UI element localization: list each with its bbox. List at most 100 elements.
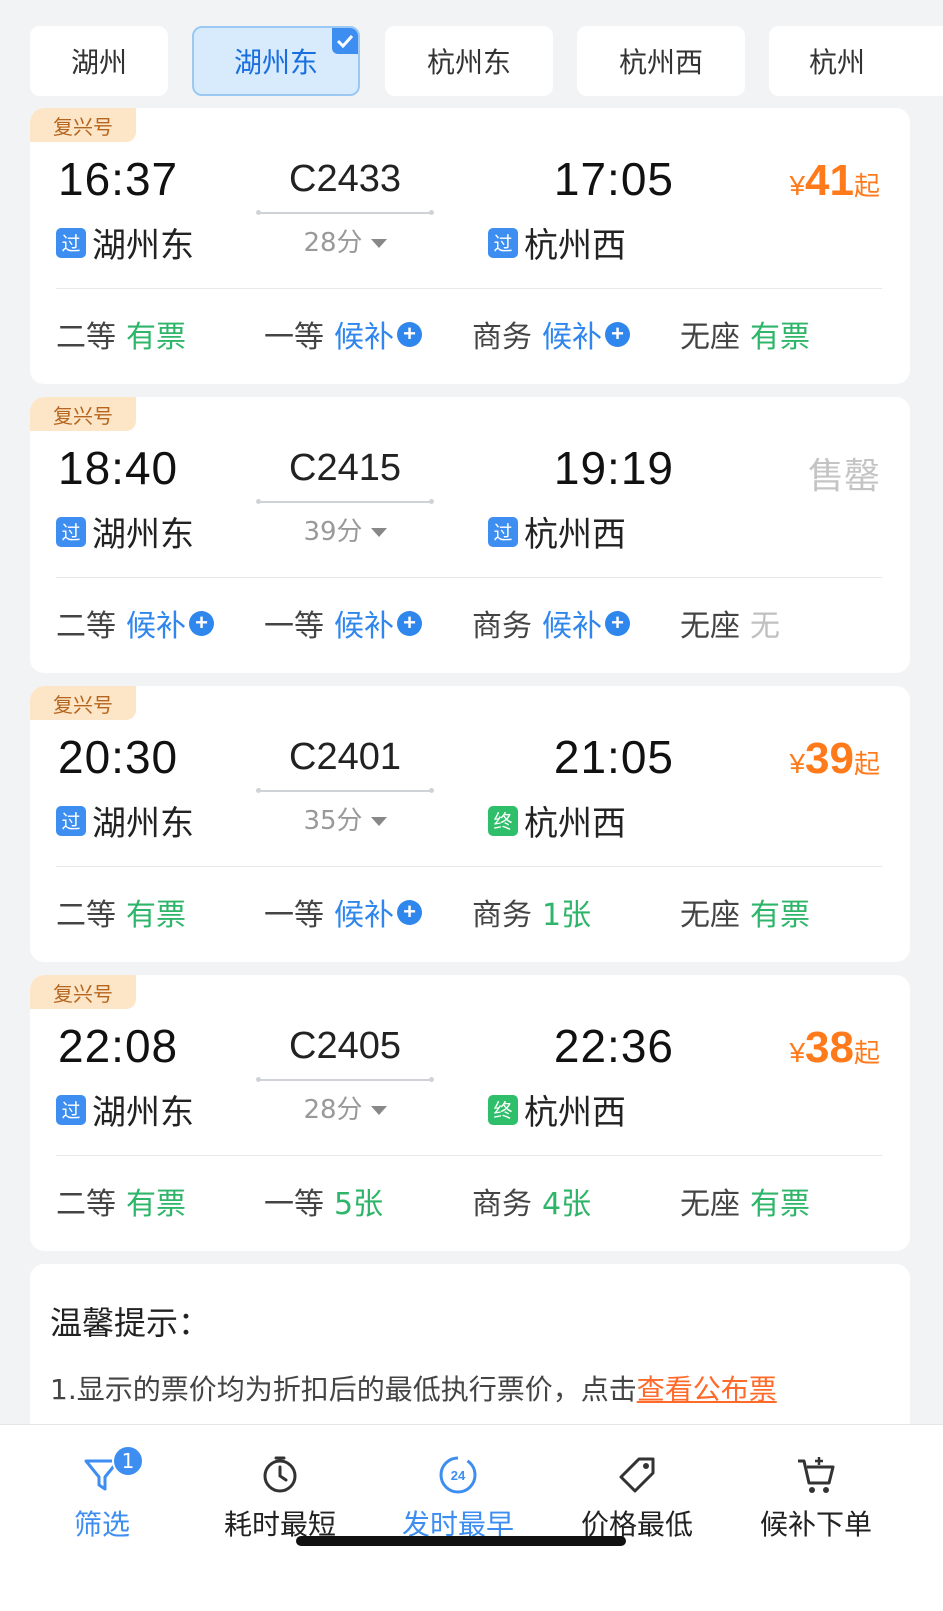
tab-label: 筛选 xyxy=(73,1508,130,1541)
price-tag-icon xyxy=(619,1457,655,1493)
currency-symbol: ¥ xyxy=(789,1037,806,1068)
train-number: C2433 xyxy=(289,158,401,200)
caret-down-icon xyxy=(370,239,387,248)
seat-status: 候补 xyxy=(334,898,394,933)
tab-filter[interactable]: 筛选 1 xyxy=(22,1443,182,1553)
seat-standing: 无座 有票 xyxy=(680,890,810,934)
seat-first-class[interactable]: 一等 候补 + xyxy=(264,601,422,645)
seat-status: 候补 xyxy=(542,609,602,644)
seat-name: 商务 xyxy=(472,1187,532,1222)
brand-badge: 复兴号 xyxy=(30,975,136,1009)
duration-toggle[interactable]: 28分 xyxy=(258,1089,432,1126)
duration: 35分 xyxy=(303,806,363,836)
sold-out-label: 售罄 xyxy=(807,456,880,497)
departure-time: 18:40 xyxy=(58,442,179,494)
seat-availability: 二等 有票 一等 候补 + 商务 候补 + 无座 有票 xyxy=(56,312,886,356)
seat-name: 二等 xyxy=(56,1187,116,1222)
published-fare-link[interactable]: 查看公布票 xyxy=(637,1373,777,1406)
seat-standing: 无座 有票 xyxy=(680,1179,810,1223)
seat-business[interactable]: 商务 候补 + xyxy=(472,312,630,356)
arrival-time: 21:05 xyxy=(553,731,674,783)
seat-status: 无 xyxy=(750,609,780,644)
waitlist-add-icon[interactable]: + xyxy=(189,610,214,636)
seat-standing: 无座 有票 xyxy=(680,312,810,356)
price-value: 38 xyxy=(805,1023,854,1072)
station-name: 杭州西 xyxy=(524,515,626,555)
tab-label: 候补下单 xyxy=(759,1508,872,1541)
duration-toggle[interactable]: 28分 xyxy=(258,222,432,259)
arrival-time: 22:36 xyxy=(553,1020,674,1072)
seat-business: 商务 4张 xyxy=(472,1179,591,1223)
price: ¥39起 xyxy=(789,734,880,784)
seat-availability: 二等 有票 一等 候补 + 商务 1张 无座 有票 xyxy=(56,890,886,934)
seat-name: 二等 xyxy=(56,609,116,644)
price-suffix: 起 xyxy=(853,1039,880,1069)
station-chip-hangzhou-east[interactable]: 杭州东 xyxy=(385,26,553,96)
seat-name: 二等 xyxy=(56,898,116,933)
train-card[interactable]: 复兴号 20:30 C2401 35分 21:05 过 湖州东 终 杭州西 ¥3… xyxy=(30,686,910,962)
station-chip-hangzhou[interactable]: 杭州 xyxy=(769,26,943,96)
seat-name: 无座 xyxy=(680,1187,740,1222)
seat-name: 一等 xyxy=(264,898,324,933)
waitlist-add-icon[interactable]: + xyxy=(605,610,630,636)
arrival-station: 终 杭州西 xyxy=(488,796,626,845)
departure-station: 过 湖州东 xyxy=(56,507,194,556)
train-number: C2405 xyxy=(289,1025,401,1067)
waitlist-add-icon[interactable]: + xyxy=(397,321,422,347)
seat-name: 一等 xyxy=(264,320,324,355)
seat-business[interactable]: 商务 候补 + xyxy=(472,601,630,645)
cart-plus-icon xyxy=(798,1457,835,1493)
divider xyxy=(56,866,882,867)
24h-icon: 24 xyxy=(439,1456,477,1494)
seat-first-class[interactable]: 一等 候补 + xyxy=(264,890,422,934)
arrival-station: 过 杭州西 xyxy=(488,507,626,556)
train-card[interactable]: 复兴号 18:40 C2415 39分 19:19 过 湖州东 过 杭州西 售罄… xyxy=(30,397,910,673)
pass-through-tag: 过 xyxy=(56,805,86,836)
station-chip-label: 杭州东 xyxy=(426,46,511,79)
station-name: 杭州西 xyxy=(524,1093,626,1133)
seat-name: 商务 xyxy=(472,320,532,355)
waitlist-add-icon[interactable]: + xyxy=(397,610,422,636)
duration-toggle[interactable]: 39分 xyxy=(258,511,432,548)
station-chip-huzhou[interactable]: 湖州 xyxy=(30,26,168,96)
seat-first-class[interactable]: 一等 候补 + xyxy=(264,312,422,356)
seat-status: 有票 xyxy=(126,1187,186,1222)
pass-through-tag: 过 xyxy=(56,516,86,547)
seat-name: 一等 xyxy=(264,1187,324,1222)
waitlist-add-icon[interactable]: + xyxy=(605,321,630,347)
pass-through-tag: 过 xyxy=(56,227,86,258)
duration-toggle[interactable]: 35分 xyxy=(258,800,432,837)
station-name: 湖州东 xyxy=(92,226,194,266)
seat-name: 无座 xyxy=(680,609,740,644)
seat-business: 商务 1张 xyxy=(472,890,591,934)
home-indicator xyxy=(296,1536,626,1546)
station-name: 杭州西 xyxy=(524,226,626,266)
station-chip-hangzhou-west[interactable]: 杭州西 xyxy=(577,26,745,96)
station-chip-label: 杭州 xyxy=(809,46,866,79)
seat-name: 二等 xyxy=(56,320,116,355)
waitlist-add-icon[interactable]: + xyxy=(397,899,422,925)
train-card[interactable]: 复兴号 22:08 C2405 28分 22:36 过 湖州东 终 杭州西 ¥3… xyxy=(30,975,910,1251)
seat-status: 有票 xyxy=(750,1187,810,1222)
station-chip-label: 湖州 xyxy=(70,46,127,79)
pass-through-tag: 过 xyxy=(488,227,518,258)
train-number: C2401 xyxy=(289,736,401,778)
divider xyxy=(56,577,882,578)
seat-status: 1张 xyxy=(542,898,592,933)
seat-second-class: 二等 有票 xyxy=(56,890,186,934)
station-selector: 湖州 湖州东 杭州东 杭州西 杭州 xyxy=(0,0,943,108)
train-card[interactable]: 复兴号 16:37 C2433 28分 17:05 过 湖州东 过 杭州西 ¥4… xyxy=(30,108,910,384)
brand-badge: 复兴号 xyxy=(30,108,136,142)
tab-waitlist-order[interactable]: 候补下单 xyxy=(736,1443,896,1553)
tips-text: 1.显示的票价均为折扣后的最低执行票价，点击查看公布票 xyxy=(50,1368,777,1408)
departure-time: 16:37 xyxy=(58,153,179,205)
seat-name: 无座 xyxy=(680,898,740,933)
seat-availability: 二等 候补 + 一等 候补 + 商务 候补 + 无座无 xyxy=(56,601,886,645)
station-chip-huzhou-east[interactable]: 湖州东 xyxy=(192,26,360,96)
departure-station: 过 湖州东 xyxy=(56,796,194,845)
duration: 28分 xyxy=(303,228,363,258)
seat-status: 有票 xyxy=(750,898,810,933)
seat-status: 5张 xyxy=(334,1187,384,1222)
divider xyxy=(56,288,882,289)
seat-second-class[interactable]: 二等 候补 + xyxy=(56,601,214,645)
